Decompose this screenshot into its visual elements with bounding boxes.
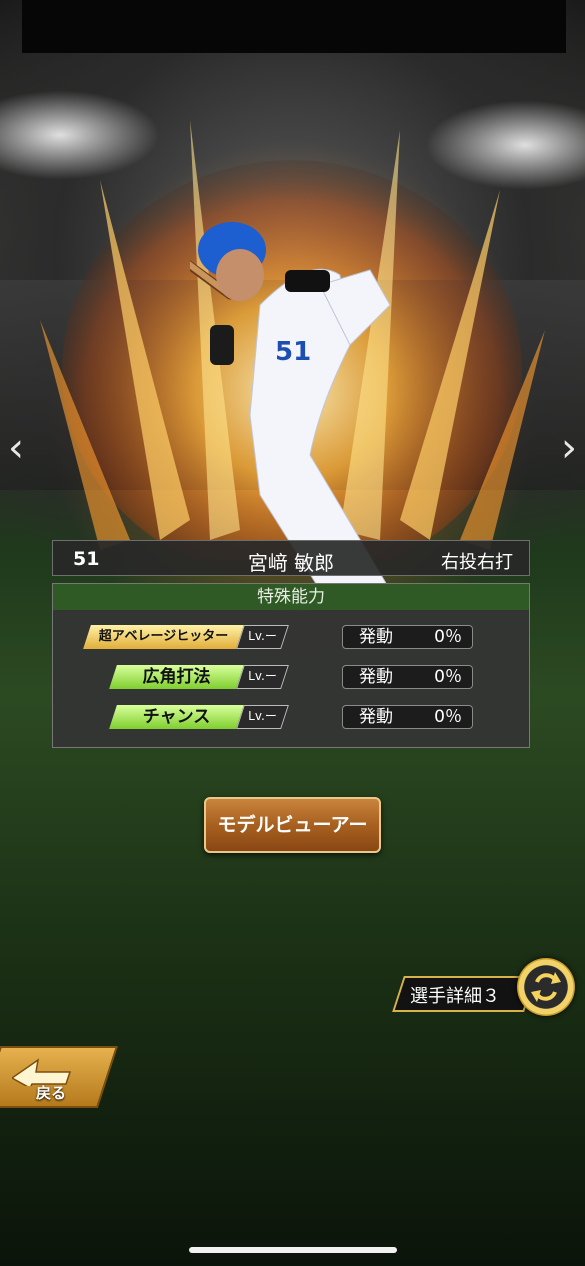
activation-rate: 発動 0％ [342,625,473,649]
ability-name: チャンス [142,707,211,727]
ability-name: 超アベレージヒッター [98,629,229,644]
activation-value: 0％ [434,707,462,727]
top-bar [22,0,566,53]
activation-rate: 発動 0％ [342,705,473,729]
ability-level: Lv.ー [248,709,277,723]
player-image: 51 [190,222,391,590]
ability-badge: 超アベレージヒッター Lv.ー [83,625,289,649]
player-detail-screen: 51 ‹ › 51 宮﨑 敏郎 右投右打 特殊能力 超アベレージヒッター Lv.… [0,0,585,1266]
player-detail-3-button[interactable]: 選手詳細３ [392,976,536,1012]
player-info-bar: 51 宮﨑 敏郎 右投右打 [52,540,530,576]
ability-level: Lv.ー [248,629,277,643]
ability-level: Lv.ー [248,669,277,683]
activation-label: 発動 [359,627,393,647]
swap-icon[interactable] [517,958,575,1016]
abilities-title: 特殊能力 [53,584,529,610]
home-indicator[interactable] [189,1247,397,1253]
activation-label: 発動 [359,667,393,687]
back-button-label: 戻る [36,1084,67,1102]
activation-value: 0％ [434,627,462,647]
ability-row[interactable]: チャンス Lv.ー 発動 0％ [53,705,529,731]
model-viewer-button[interactable]: モデルビューアー [204,797,381,853]
activation-rate: 発動 0％ [342,665,473,689]
ability-row[interactable]: 超アベレージヒッター Lv.ー 発動 0％ [53,625,529,651]
ability-badge: チャンス Lv.ー [109,705,289,729]
ability-name: 広角打法 [142,667,211,687]
activation-value: 0％ [434,667,462,687]
prev-player-arrow[interactable]: ‹ [8,428,24,468]
batting-throwing-hand: 右投右打 [441,552,513,573]
ability-row[interactable]: 広角打法 Lv.ー 発動 0％ [53,665,529,691]
detail-button-label: 選手詳細３ [410,986,500,1007]
ability-badge: 広角打法 Lv.ー [109,665,289,689]
swap-arrows-icon [531,972,561,1002]
special-abilities-panel: 特殊能力 超アベレージヒッター Lv.ー 発動 0％ 広角打法 Lv.ー 発動 … [52,583,530,748]
back-button[interactable]: 戻る [0,1046,119,1108]
svg-text:51: 51 [275,337,311,367]
next-player-arrow[interactable]: › [561,428,577,468]
activation-label: 発動 [359,707,393,727]
